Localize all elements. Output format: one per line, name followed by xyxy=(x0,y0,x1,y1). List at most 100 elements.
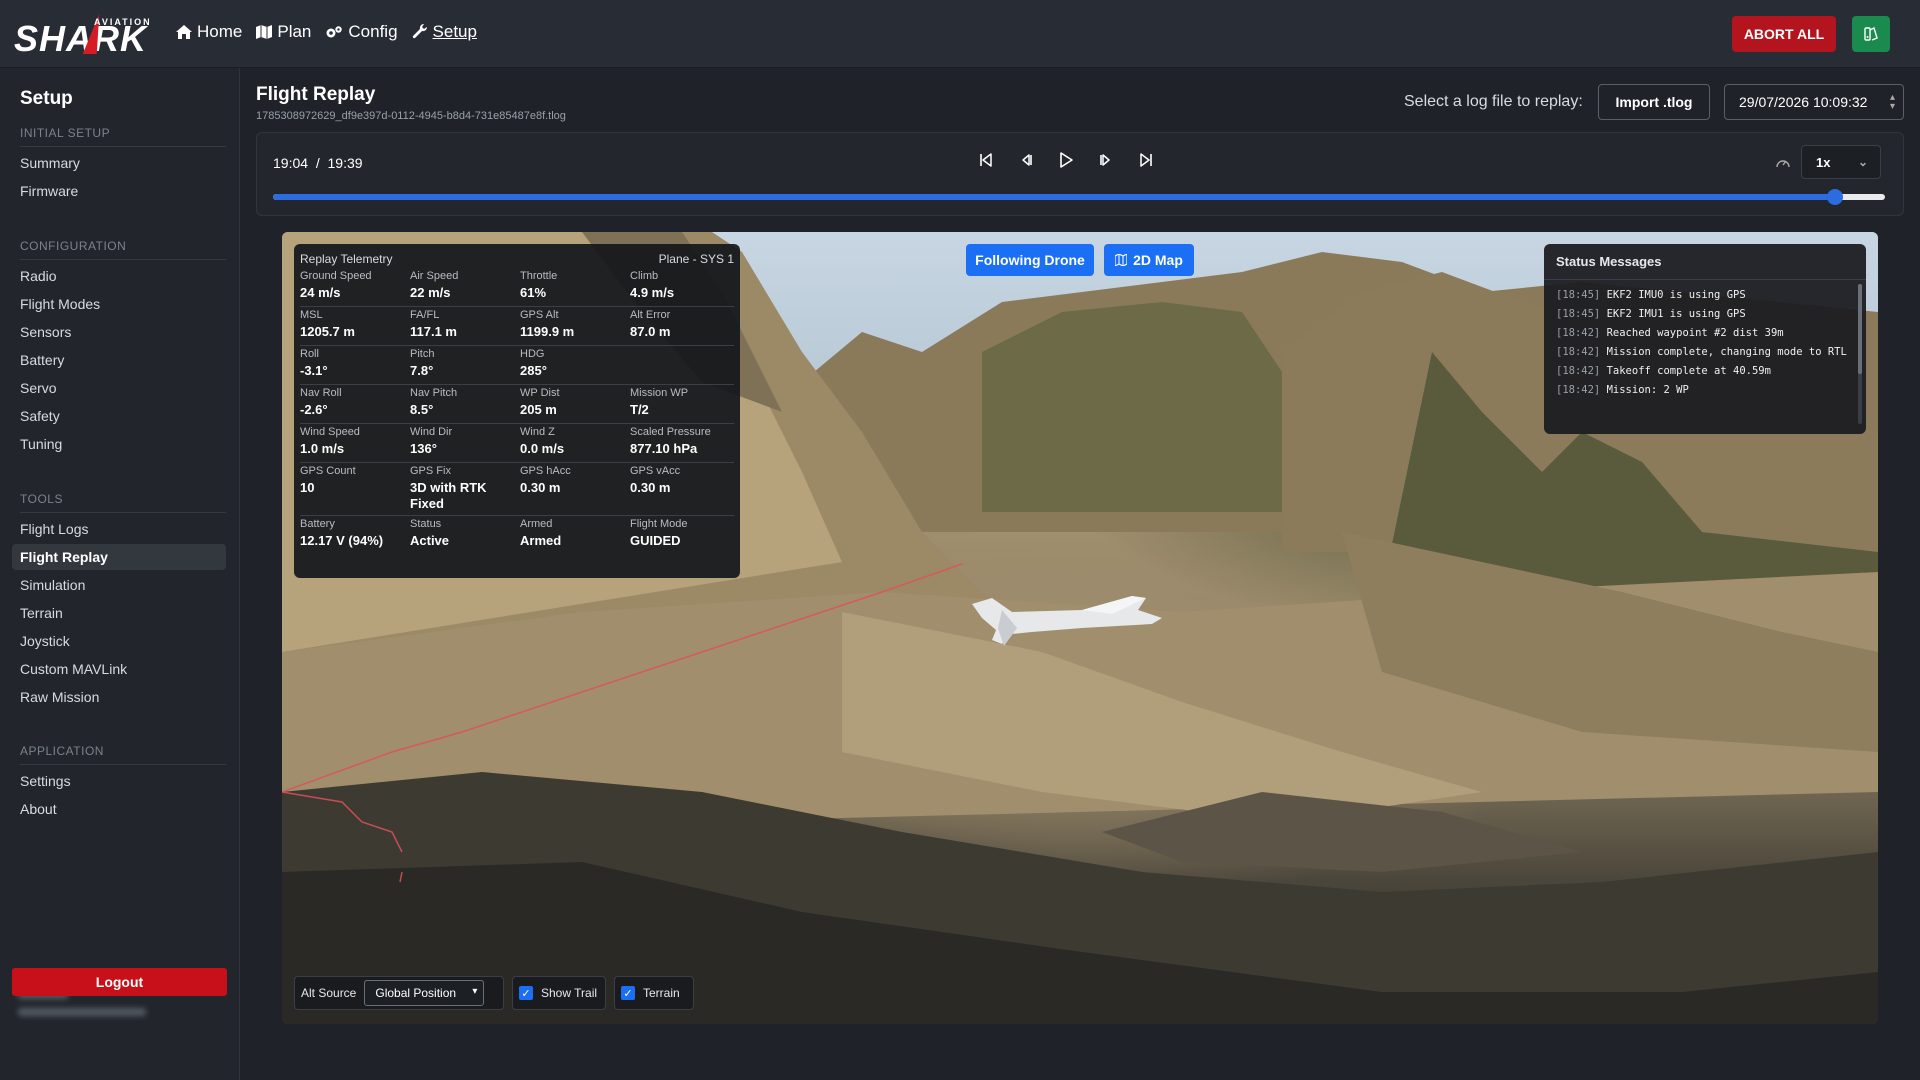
sidebar-title: Setup xyxy=(20,88,73,109)
status-messages-panel: Status Messages [18:45] EKF2 IMU0 is usi… xyxy=(1544,244,1866,434)
telemetry-row: GPS Count 10 GPS Fix 3D with RTK Fixed GPS h… xyxy=(300,463,734,516)
sidebar-item-flight-replay[interactable]: Flight Replay xyxy=(12,544,226,570)
progress-slider[interactable] xyxy=(273,189,1885,205)
sidebar-item-radio[interactable]: Radio xyxy=(12,263,226,289)
sidebar-item-battery[interactable]: Battery xyxy=(12,347,226,373)
skip-end-icon xyxy=(1140,153,1152,167)
log-file-select[interactable]: 29/07/2026 10:09:32 ▴ ▾ xyxy=(1724,84,1904,120)
telemetry-cell: GPS vAcc 0.30 m xyxy=(630,465,740,512)
telemetry-label: Flight Mode xyxy=(630,518,688,530)
status-message-text: Mission complete, changing mode to RTL xyxy=(1606,346,1847,358)
telemetry-vehicle: Plane - SYS 1 xyxy=(658,252,734,266)
telemetry-label: GPS Alt xyxy=(520,309,559,321)
sidebar-item-about[interactable]: About xyxy=(12,796,226,822)
telemetry-label: Nav Pitch xyxy=(410,387,458,399)
telemetry-row: Roll -3.1° Pitch 7.8° HDG 285° xyxy=(300,346,734,385)
wrench-icon xyxy=(412,24,427,39)
telemetry-label: Roll xyxy=(300,348,319,360)
total-time: 19:39 xyxy=(327,155,363,171)
nav-setup[interactable]: Setup xyxy=(412,22,477,42)
telemetry-label: Wind Z xyxy=(520,426,555,438)
updown-chevron-icon: ▴ ▾ xyxy=(1889,92,1895,112)
telemetry-label: Ground Speed xyxy=(300,270,372,282)
nav-home[interactable]: Home xyxy=(176,22,242,42)
time-separator: / xyxy=(315,155,320,171)
nav-plan-label: Plan xyxy=(277,22,312,41)
theme-toggle-button[interactable] xyxy=(1852,16,1890,52)
speed-select[interactable]: 1x ⌄ xyxy=(1801,145,1881,179)
sidebar-item-joystick[interactable]: Joystick xyxy=(12,628,226,654)
sidebar-item-flight-logs[interactable]: Flight Logs xyxy=(12,516,226,542)
logo-subtext: AVIATION xyxy=(94,17,152,27)
sidebar-item-custom-mavlink[interactable]: Custom MAVLink xyxy=(12,656,226,682)
telemetry-value: 877.10 hPa xyxy=(630,441,698,456)
sidebar-item-firmware[interactable]: Firmware xyxy=(12,178,226,204)
telemetry-cell: Throttle 61% xyxy=(520,270,630,303)
telemetry-row: Wind Speed 1.0 m/s Wind Dir 136° Wind Z 0.0 m… xyxy=(300,424,734,463)
alt-source-select[interactable]: Global Position ▾ xyxy=(364,980,485,1006)
nav-config[interactable]: Config xyxy=(325,22,398,42)
telemetry-value: 285° xyxy=(520,363,547,378)
sidebar-item-settings[interactable]: Settings xyxy=(12,768,226,794)
status-message-time: [18:42] xyxy=(1556,384,1601,396)
sidebar-item-simulation[interactable]: Simulation xyxy=(12,572,226,598)
telemetry-value: 12.17 V (94%) xyxy=(300,533,384,548)
sidebar: Setup INITIAL SETUP Summary Firmware CON… xyxy=(0,68,240,1080)
telemetry-cell: GPS Alt 1199.9 m xyxy=(520,309,630,342)
show-trail-toggle[interactable]: ✓ Show Trail xyxy=(512,976,606,1010)
status-messages-list[interactable]: [18:45] EKF2 IMU0 is using GPS [18:45] EK… xyxy=(1544,280,1866,400)
step-forward-button[interactable] xyxy=(1097,151,1115,169)
status-scrollbar-thumb[interactable] xyxy=(1858,284,1862,374)
progress-handle[interactable] xyxy=(1827,189,1844,205)
telemetry-value: -3.1° xyxy=(300,363,328,378)
terrain-toggle[interactable]: ✓ Terrain xyxy=(614,976,694,1010)
drone-model xyxy=(972,596,1162,646)
palette-icon xyxy=(1864,27,1878,41)
status-message-text: Takeoff complete at 40.59m xyxy=(1606,365,1771,377)
telemetry-value: 1205.7 m xyxy=(300,324,355,339)
status-message-text: Reached waypoint #2 dist 39m xyxy=(1606,327,1784,339)
shark-aviation-logo[interactable]: SHARK AVIATION xyxy=(14,12,152,57)
skip-to-end-button[interactable] xyxy=(1137,151,1155,169)
sidebar-item-safety[interactable]: Safety xyxy=(12,403,226,429)
telemetry-value: 22 m/s xyxy=(410,285,451,300)
status-message: [18:42] Takeoff complete at 40.59m xyxy=(1556,362,1856,381)
telemetry-value: 136° xyxy=(410,441,437,456)
status-message-time: [18:45] xyxy=(1556,289,1601,301)
logout-button[interactable]: Logout xyxy=(12,968,227,996)
telemetry-title: Replay Telemetry xyxy=(300,252,393,266)
telemetry-label: Nav Roll xyxy=(300,387,342,399)
speed-value: 1x xyxy=(1816,154,1831,170)
play-button[interactable] xyxy=(1057,151,1075,169)
status-scrollbar[interactable] xyxy=(1858,284,1862,424)
2d-map-button[interactable]: 2D Map xyxy=(1104,244,1194,276)
telemetry-cell: Scaled Pressure 877.10 hPa xyxy=(630,426,740,459)
sidebar-item-sensors[interactable]: Sensors xyxy=(12,319,226,345)
sidebar-item-summary[interactable]: Summary xyxy=(12,150,226,176)
sidebar-item-raw-mission[interactable]: Raw Mission xyxy=(12,684,226,710)
skip-to-start-button[interactable] xyxy=(977,151,995,169)
abort-all-button[interactable]: ABORT ALL xyxy=(1732,16,1836,52)
telemetry-cell: GPS Count 10 xyxy=(300,465,410,512)
sidebar-item-servo[interactable]: Servo xyxy=(12,375,226,401)
import-tlog-button[interactable]: Import .tlog xyxy=(1598,84,1710,120)
show-trail-checkbox[interactable]: ✓ xyxy=(519,986,533,1000)
replay-telemetry-panel: Replay Telemetry Plane - SYS 1 Ground Sp… xyxy=(294,244,740,578)
status-messages-title: Status Messages xyxy=(1544,244,1866,280)
telemetry-row: MSL 1205.7 m FA/FL 117.1 m GPS Alt 1199.9 m Al… xyxy=(300,307,734,346)
telemetry-cell: Mission WP T/2 xyxy=(630,387,740,420)
sidebar-item-tuning[interactable]: Tuning xyxy=(12,431,226,457)
telemetry-value: 24 m/s xyxy=(300,285,341,300)
telemetry-cell: Roll -3.1° xyxy=(300,348,410,381)
sidebar-item-flight-modes[interactable]: Flight Modes xyxy=(12,291,226,317)
following-drone-button[interactable]: Following Drone xyxy=(966,244,1094,276)
step-forward-icon xyxy=(1100,154,1110,166)
sidebar-item-terrain[interactable]: Terrain xyxy=(12,600,226,626)
nav-plan[interactable]: Plan xyxy=(256,22,311,42)
telemetry-cell: Status Active xyxy=(410,518,520,551)
terrain-checkbox[interactable]: ✓ xyxy=(621,986,635,1000)
telemetry-label: Alt Error xyxy=(630,309,671,321)
alt-source-label: Alt Source xyxy=(301,986,357,1000)
3d-viewport[interactable]: Following Drone 2D Map Replay Telemetry … xyxy=(282,232,1878,1024)
step-back-button[interactable] xyxy=(1017,151,1035,169)
